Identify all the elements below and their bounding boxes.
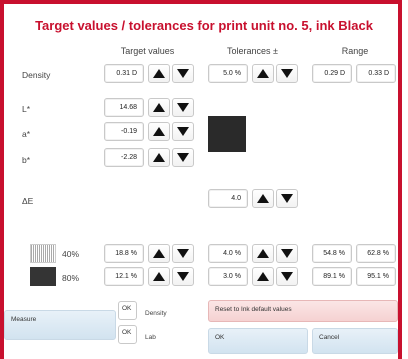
density-label: Density <box>22 70 51 80</box>
density-target-field[interactable]: 0.31 D <box>104 64 144 83</box>
density-target-up-button[interactable] <box>148 64 170 83</box>
tint-40-tolerance-up-button[interactable] <box>252 244 274 263</box>
tint-40-target-field[interactable]: 18.8 % <box>104 244 144 263</box>
reset-defaults-button[interactable]: Reset to Ink default values <box>208 300 398 322</box>
density-tolerance-field[interactable]: 5.0 % <box>208 64 248 83</box>
tint-80-target-up-button[interactable] <box>148 267 170 286</box>
density-target-down-button[interactable] <box>172 64 194 83</box>
l-star-up-button[interactable] <box>148 98 170 117</box>
dialog-title: Target values / tolerances for print uni… <box>35 18 373 33</box>
down-arrow-icon <box>281 69 293 78</box>
tint-40-target-up-button[interactable] <box>148 244 170 263</box>
cancel-button[interactable]: Cancel <box>312 328 398 354</box>
ok-lab-button[interactable]: OK <box>118 325 137 344</box>
up-arrow-icon <box>257 272 269 281</box>
a-star-up-button[interactable] <box>148 122 170 141</box>
density-range-min: 0.29 D <box>312 64 352 83</box>
tint-40-tolerance-down-button[interactable] <box>276 244 298 263</box>
a-star-target-field[interactable]: -0.19 <box>104 122 144 141</box>
column-header-target: Target values <box>120 46 175 56</box>
tint-80-tolerance-up-button[interactable] <box>252 267 274 286</box>
column-header-range: Range <box>341 46 369 56</box>
a-star-label: a* <box>22 129 31 139</box>
color-swatch <box>208 116 246 152</box>
tint-80-label: 80% <box>62 273 80 283</box>
l-star-down-button[interactable] <box>172 98 194 117</box>
tint-40-range-max: 62.8 % <box>356 244 396 263</box>
up-arrow-icon <box>257 194 269 203</box>
down-arrow-icon <box>177 127 189 136</box>
up-arrow-icon <box>153 272 165 281</box>
down-arrow-icon <box>281 272 293 281</box>
down-arrow-icon <box>281 194 293 203</box>
lab-measure-label: Lab <box>145 334 156 341</box>
up-arrow-icon <box>257 69 269 78</box>
down-arrow-icon <box>177 153 189 162</box>
ok-button[interactable]: OK <box>208 328 308 354</box>
density-measure-label: Density <box>145 310 167 317</box>
tint-40-range-min: 54.8 % <box>312 244 352 263</box>
b-star-target-field[interactable]: -2.28 <box>104 148 144 167</box>
up-arrow-icon <box>153 127 165 136</box>
tint-80-tolerance-down-button[interactable] <box>276 267 298 286</box>
up-arrow-icon <box>153 103 165 112</box>
tint-80-swatch <box>30 267 56 286</box>
tint-80-range-max: 95.1 % <box>356 267 396 286</box>
down-arrow-icon <box>177 272 189 281</box>
b-star-up-button[interactable] <box>148 148 170 167</box>
tint-80-target-field[interactable]: 12.1 % <box>104 267 144 286</box>
delta-e-down-button[interactable] <box>276 189 298 208</box>
up-arrow-icon <box>153 69 165 78</box>
delta-e-tolerance-field[interactable]: 4.0 <box>208 189 248 208</box>
column-header-tolerances: Tolerances ± <box>227 46 278 56</box>
up-arrow-icon <box>257 249 269 258</box>
down-arrow-icon <box>281 249 293 258</box>
l-star-target-field[interactable]: 14.68 <box>104 98 144 117</box>
down-arrow-icon <box>177 249 189 258</box>
density-range-max: 0.33 D <box>356 64 396 83</box>
delta-e-up-button[interactable] <box>252 189 274 208</box>
tint-40-target-down-button[interactable] <box>172 244 194 263</box>
tint-80-range-min: 89.1 % <box>312 267 352 286</box>
a-star-down-button[interactable] <box>172 122 194 141</box>
tint-80-tolerance-field[interactable]: 3.0 % <box>208 267 248 286</box>
up-arrow-icon <box>153 249 165 258</box>
delta-e-label: ΔE <box>22 196 34 206</box>
tint-40-label: 40% <box>62 249 80 259</box>
b-star-down-button[interactable] <box>172 148 194 167</box>
down-arrow-icon <box>177 69 189 78</box>
ok-density-button[interactable]: OK <box>118 301 137 320</box>
down-arrow-icon <box>177 103 189 112</box>
measure-button[interactable]: Measure <box>4 310 116 340</box>
l-star-label: L* <box>22 104 31 114</box>
density-tolerance-up-button[interactable] <box>252 64 274 83</box>
density-tolerance-down-button[interactable] <box>276 64 298 83</box>
b-star-label: b* <box>22 155 31 165</box>
tint-40-tolerance-field[interactable]: 4.0 % <box>208 244 248 263</box>
up-arrow-icon <box>153 153 165 162</box>
tint-40-swatch <box>30 244 56 263</box>
tint-80-target-down-button[interactable] <box>172 267 194 286</box>
